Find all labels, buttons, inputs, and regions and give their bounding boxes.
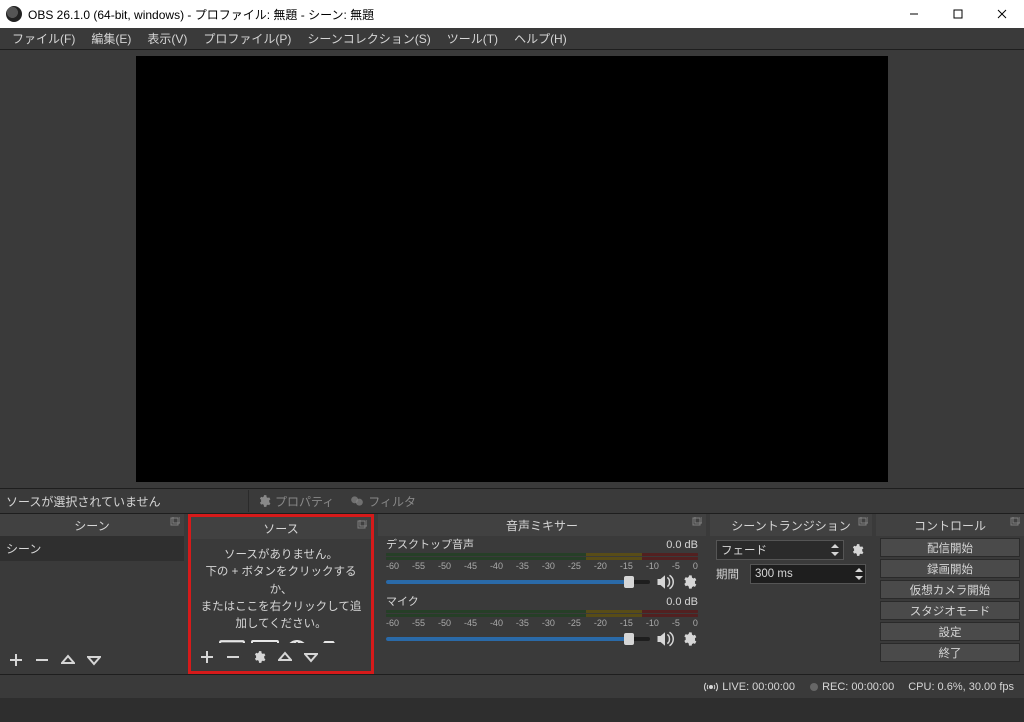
sources-dock: ソース ソースがありません。 下の + ボタンをクリックするか、 またはここを右…	[188, 514, 374, 674]
source-down-button[interactable]	[301, 647, 321, 667]
channel-settings-button[interactable]	[680, 630, 698, 648]
titlebar: OBS 26.1.0 (64-bit, windows) - プロファイル: 無…	[0, 0, 1024, 28]
sources-empty-line: またはここを右クリックして追加してください。	[197, 599, 365, 634]
chevron-updown-icon	[829, 542, 841, 558]
gear-icon	[257, 494, 271, 508]
popout-icon[interactable]	[170, 517, 180, 527]
menu-view[interactable]: 表示(V)	[139, 28, 195, 49]
mixer-channel: マイク 0.0 dB -60-55-50-45-40-35-30-25-20-1…	[386, 595, 698, 648]
add-source-button[interactable]	[197, 647, 217, 667]
channel-name: デスクトップ音声	[386, 538, 474, 552]
scenes-list[interactable]: シーン	[0, 536, 184, 646]
remove-scene-button[interactable]	[32, 650, 52, 670]
scenes-dock: シーン シーン	[0, 514, 184, 674]
scene-down-button[interactable]	[84, 650, 104, 670]
duration-spinner[interactable]: 300 ms	[750, 564, 866, 584]
channel-level: 0.0 dB	[666, 595, 698, 609]
preview-area	[0, 50, 1024, 488]
source-properties-button[interactable]	[249, 647, 269, 667]
camera-icon	[315, 640, 343, 643]
sources-header[interactable]: ソース	[191, 517, 371, 539]
studio-mode-button[interactable]: スタジオモード	[880, 601, 1020, 620]
cpu-indicator: CPU: 0.6%, 30.00 fps	[908, 681, 1014, 693]
mixer-dock: 音声ミキサー デスクトップ音声 0.0 dB -60-55-50-45-40-3…	[378, 514, 706, 674]
menu-file[interactable]: ファイル(F)	[4, 28, 83, 49]
maximize-button[interactable]	[936, 0, 980, 28]
vu-meter	[386, 614, 698, 617]
popout-icon[interactable]	[357, 520, 367, 530]
popout-icon[interactable]	[692, 517, 702, 527]
transitions-header[interactable]: シーントランジション	[710, 514, 872, 536]
broadcast-icon	[704, 682, 718, 692]
controls-dock: コントロール 配信開始 録画開始 仮想カメラ開始 スタジオモード 設定 終了	[876, 514, 1024, 674]
live-indicator: LIVE: 00:00:00	[704, 681, 795, 693]
menu-edit[interactable]: 編集(E)	[83, 28, 139, 49]
start-streaming-button[interactable]: 配信開始	[880, 538, 1020, 557]
vu-meter	[386, 557, 698, 560]
scenes-footer	[0, 646, 184, 674]
obs-icon	[6, 6, 22, 22]
mixer-header[interactable]: 音声ミキサー	[378, 514, 706, 536]
menubar: ファイル(F) 編集(E) 表示(V) プロファイル(P) シーンコレクション(…	[0, 28, 1024, 50]
speaker-icon[interactable]	[656, 573, 674, 591]
vu-meter	[386, 553, 698, 556]
statusbar: LIVE: 00:00:00 REC: 00:00:00 CPU: 0.6%, …	[0, 674, 1024, 698]
mixer-channel: デスクトップ音声 0.0 dB -60-55-50-45-40-35-30-25…	[386, 538, 698, 591]
start-recording-button[interactable]: 録画開始	[880, 559, 1020, 578]
window-title: OBS 26.1.0 (64-bit, windows) - プロファイル: 無…	[28, 6, 892, 23]
vu-meter	[386, 610, 698, 613]
chevron-updown-icon	[855, 568, 863, 580]
meter-scale: -60-55-50-45-40-35-30-25-20-15-10-50	[386, 561, 698, 571]
menu-tools[interactable]: ツール(T)	[439, 28, 506, 49]
rec-indicator: REC: 00:00:00	[809, 681, 894, 693]
meter-scale: -60-55-50-45-40-35-30-25-20-15-10-50	[386, 618, 698, 628]
globe-icon	[285, 639, 309, 643]
record-dot-icon	[809, 682, 819, 692]
source-up-button[interactable]	[275, 647, 295, 667]
speaker-icon[interactable]	[656, 630, 674, 648]
scene-up-button[interactable]	[58, 650, 78, 670]
properties-button[interactable]: プロパティ	[249, 491, 342, 512]
add-scene-button[interactable]	[6, 650, 26, 670]
settings-button[interactable]: 設定	[880, 622, 1020, 641]
close-button[interactable]	[980, 0, 1024, 28]
sources-empty-line: ソースがありません。	[197, 547, 365, 564]
minimize-button[interactable]	[892, 0, 936, 28]
channel-name: マイク	[386, 595, 419, 609]
popout-icon[interactable]	[1010, 517, 1020, 527]
volume-slider[interactable]	[386, 637, 650, 641]
controls-header[interactable]: コントロール	[876, 514, 1024, 536]
selection-status: ソースが選択されていません	[0, 493, 248, 510]
display-icon	[251, 640, 279, 643]
duration-label: 期間	[716, 566, 746, 582]
sources-list[interactable]: ソースがありません。 下の + ボタンをクリックするか、 またはここを右クリック…	[191, 539, 371, 643]
scene-item[interactable]: シーン	[0, 536, 184, 561]
image-icon	[219, 640, 245, 643]
start-virtual-cam-button[interactable]: 仮想カメラ開始	[880, 580, 1020, 599]
filter-icon	[350, 494, 364, 508]
exit-button[interactable]: 終了	[880, 643, 1020, 662]
mixer-body: デスクトップ音声 0.0 dB -60-55-50-45-40-35-30-25…	[378, 536, 706, 674]
channel-settings-button[interactable]	[680, 573, 698, 591]
menu-profile[interactable]: プロファイル(P)	[195, 28, 299, 49]
dock-area: シーン シーン ソース ソースがありません。 下の + ボタンをクリックするか、…	[0, 514, 1024, 674]
transition-select[interactable]: フェード	[716, 540, 844, 560]
volume-slider[interactable]	[386, 580, 650, 584]
scenes-header[interactable]: シーン	[0, 514, 184, 536]
remove-source-button[interactable]	[223, 647, 243, 667]
popout-icon[interactable]	[858, 517, 868, 527]
transition-settings-button[interactable]	[848, 540, 866, 560]
sources-footer	[191, 643, 371, 671]
transitions-dock: シーントランジション フェード 期間 300 ms	[710, 514, 872, 674]
menu-help[interactable]: ヘルプ(H)	[506, 28, 575, 49]
sources-empty-line: 下の + ボタンをクリックするか、	[197, 564, 365, 599]
menu-scene-collection[interactable]: シーンコレクション(S)	[299, 28, 438, 49]
filters-button[interactable]: フィルタ	[342, 491, 424, 512]
channel-level: 0.0 dB	[666, 538, 698, 552]
source-toolbar: ソースが選択されていません プロパティ フィルタ	[0, 488, 1024, 514]
preview-canvas[interactable]	[136, 56, 888, 482]
